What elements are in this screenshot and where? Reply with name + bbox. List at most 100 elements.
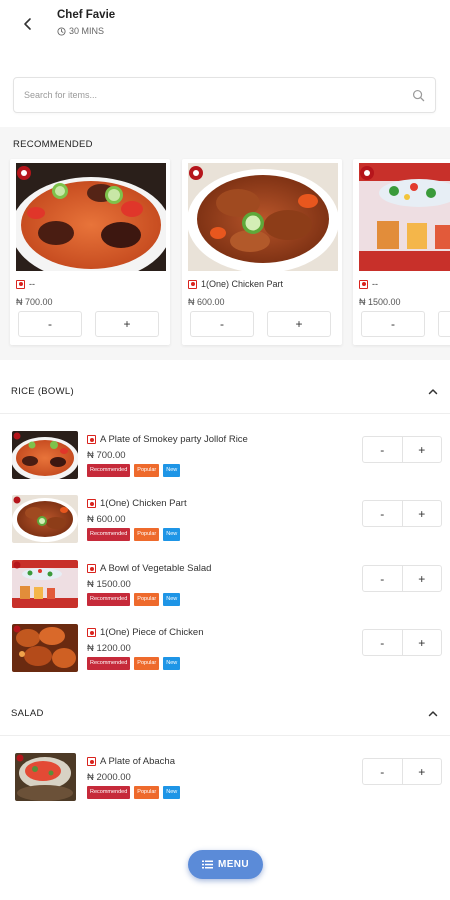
tag-new: New xyxy=(163,464,181,477)
category-header-salad[interactable]: SALAD xyxy=(0,692,450,736)
increase-button[interactable]: + xyxy=(403,566,442,591)
menu-button-label: MENU xyxy=(217,859,250,870)
tag-popular: Popular xyxy=(134,657,160,670)
quantity-stepper: - + xyxy=(362,758,442,785)
tag-popular: Popular xyxy=(134,464,160,477)
chevron-left-icon xyxy=(24,18,31,30)
item-name: A Plate of Smokey party Jollof Rice xyxy=(100,434,248,445)
item-name-row: A Bowl of Vegetable Salad xyxy=(87,563,211,574)
food-image xyxy=(12,431,78,479)
list-item[interactable]: 1(One) Piece of Chicken ₦ 1200.00 Recomm… xyxy=(0,624,450,686)
decrease-button[interactable]: - xyxy=(363,630,403,655)
search-icon[interactable] xyxy=(412,89,425,102)
decrease-button[interactable]: - xyxy=(363,437,403,462)
increase-button[interactable]: + xyxy=(267,311,331,337)
item-name: 1(One) Piece of Chicken xyxy=(100,627,204,638)
back-button[interactable] xyxy=(14,10,42,38)
tag-recommended: Recommended xyxy=(87,464,131,477)
tag-group: Recommended Popular New xyxy=(87,464,181,477)
quantity-stepper: - + xyxy=(362,629,442,656)
item-name-row: 1(One) Chicken Part xyxy=(188,279,283,289)
page-title: Chef Favie xyxy=(57,9,116,21)
tag-recommended: Recommended xyxy=(87,593,131,606)
increase-button[interactable]: + xyxy=(438,311,450,337)
increase-button[interactable]: + xyxy=(403,501,442,526)
quantity-stepper: - + xyxy=(362,500,442,527)
tag-new: New xyxy=(163,657,181,670)
category-title: RICE (BOWL) xyxy=(11,386,74,397)
food-image xyxy=(12,495,78,543)
recommended-card[interactable]: -- ₦ 700.00 - + xyxy=(10,159,170,345)
prep-time: 30 MINS xyxy=(57,26,104,36)
tag-group: Recommended Popular New xyxy=(87,593,181,606)
tag-group: Recommended Popular New xyxy=(87,786,181,799)
increase-button[interactable]: + xyxy=(403,437,442,462)
veg-mark-icon xyxy=(359,279,368,289)
item-name-row: 1(One) Piece of Chicken xyxy=(87,627,204,638)
decrease-button[interactable]: - xyxy=(363,501,403,526)
decrease-button[interactable]: - xyxy=(190,311,254,337)
search-input[interactable] xyxy=(24,78,404,112)
category-title: SALAD xyxy=(11,708,44,719)
list-item[interactable]: A Plate of Abacha ₦ 2000.00 Recommended … xyxy=(0,753,450,815)
item-price: ₦ 1200.00 xyxy=(87,643,131,654)
item-price: ₦ 2000.00 xyxy=(87,772,131,783)
veg-mark-icon xyxy=(87,499,96,508)
menu-button[interactable]: MENU xyxy=(188,850,263,879)
item-name-row: 1(One) Chicken Part xyxy=(87,498,187,509)
food-image xyxy=(15,753,76,801)
quantity-stepper: - + xyxy=(362,565,442,592)
item-name-row: A Plate of Abacha xyxy=(87,756,175,767)
veg-mark-icon xyxy=(87,435,96,444)
item-name-row: -- xyxy=(359,279,378,289)
food-image xyxy=(359,163,450,271)
tag-group: Recommended Popular New xyxy=(87,528,181,541)
search-bar xyxy=(13,77,436,113)
tag-new: New xyxy=(163,786,181,799)
recommended-card[interactable]: -- ₦ 1500.00 - + xyxy=(353,159,450,345)
increase-button[interactable]: + xyxy=(95,311,159,337)
decrease-button[interactable]: - xyxy=(361,311,425,337)
veg-mark-icon xyxy=(16,279,25,289)
item-price: ₦ 700.00 xyxy=(87,450,126,461)
decrease-button[interactable]: - xyxy=(363,759,403,784)
decrease-button[interactable]: - xyxy=(18,311,82,337)
prep-time-label: 30 MINS xyxy=(69,26,105,36)
item-name: 1(One) Chicken Part xyxy=(100,498,187,509)
decrease-button[interactable]: - xyxy=(363,566,403,591)
item-price: ₦ 700.00 xyxy=(16,297,53,307)
category-header-rice[interactable]: RICE (BOWL) xyxy=(0,370,450,414)
recommended-section: RECOMMENDED -- ₦ 700.00 - + 1(One) Chick… xyxy=(0,127,450,360)
veg-mark-icon xyxy=(188,279,197,289)
increase-button[interactable]: + xyxy=(403,759,442,784)
list-icon xyxy=(201,860,213,869)
list-item[interactable]: A Plate of Smokey party Jollof Rice ₦ 70… xyxy=(0,431,450,493)
clock-icon xyxy=(57,26,66,36)
recommended-card[interactable]: 1(One) Chicken Part ₦ 600.00 - + xyxy=(182,159,342,345)
quantity-stepper: - + xyxy=(362,436,442,463)
tag-new: New xyxy=(163,528,181,541)
list-item[interactable]: 1(One) Chicken Part ₦ 600.00 Recommended… xyxy=(0,495,450,557)
chevron-up-icon[interactable] xyxy=(426,706,440,720)
item-name-row: -- xyxy=(16,279,35,289)
veg-mark-icon xyxy=(87,564,96,573)
item-name: -- xyxy=(29,279,35,289)
tag-new: New xyxy=(163,593,181,606)
food-image xyxy=(12,560,78,608)
chevron-up-icon[interactable] xyxy=(426,384,440,398)
tag-group: Recommended Popular New xyxy=(87,657,181,670)
item-name: A Bowl of Vegetable Salad xyxy=(100,563,212,574)
item-name: A Plate of Abacha xyxy=(100,756,176,767)
veg-mark-icon xyxy=(87,757,96,766)
tag-recommended: Recommended xyxy=(87,528,131,541)
item-name-row: A Plate of Smokey party Jollof Rice xyxy=(87,434,248,445)
item-price: ₦ 1500.00 xyxy=(87,579,131,590)
tag-recommended: Recommended xyxy=(87,657,131,670)
list-item[interactable]: A Bowl of Vegetable Salad ₦ 1500.00 Reco… xyxy=(0,560,450,622)
item-price: ₦ 1500.00 xyxy=(359,297,401,307)
tag-recommended: Recommended xyxy=(87,786,131,799)
item-name: -- xyxy=(372,279,378,289)
food-image xyxy=(12,624,78,672)
increase-button[interactable]: + xyxy=(403,630,442,655)
food-image xyxy=(188,163,338,271)
